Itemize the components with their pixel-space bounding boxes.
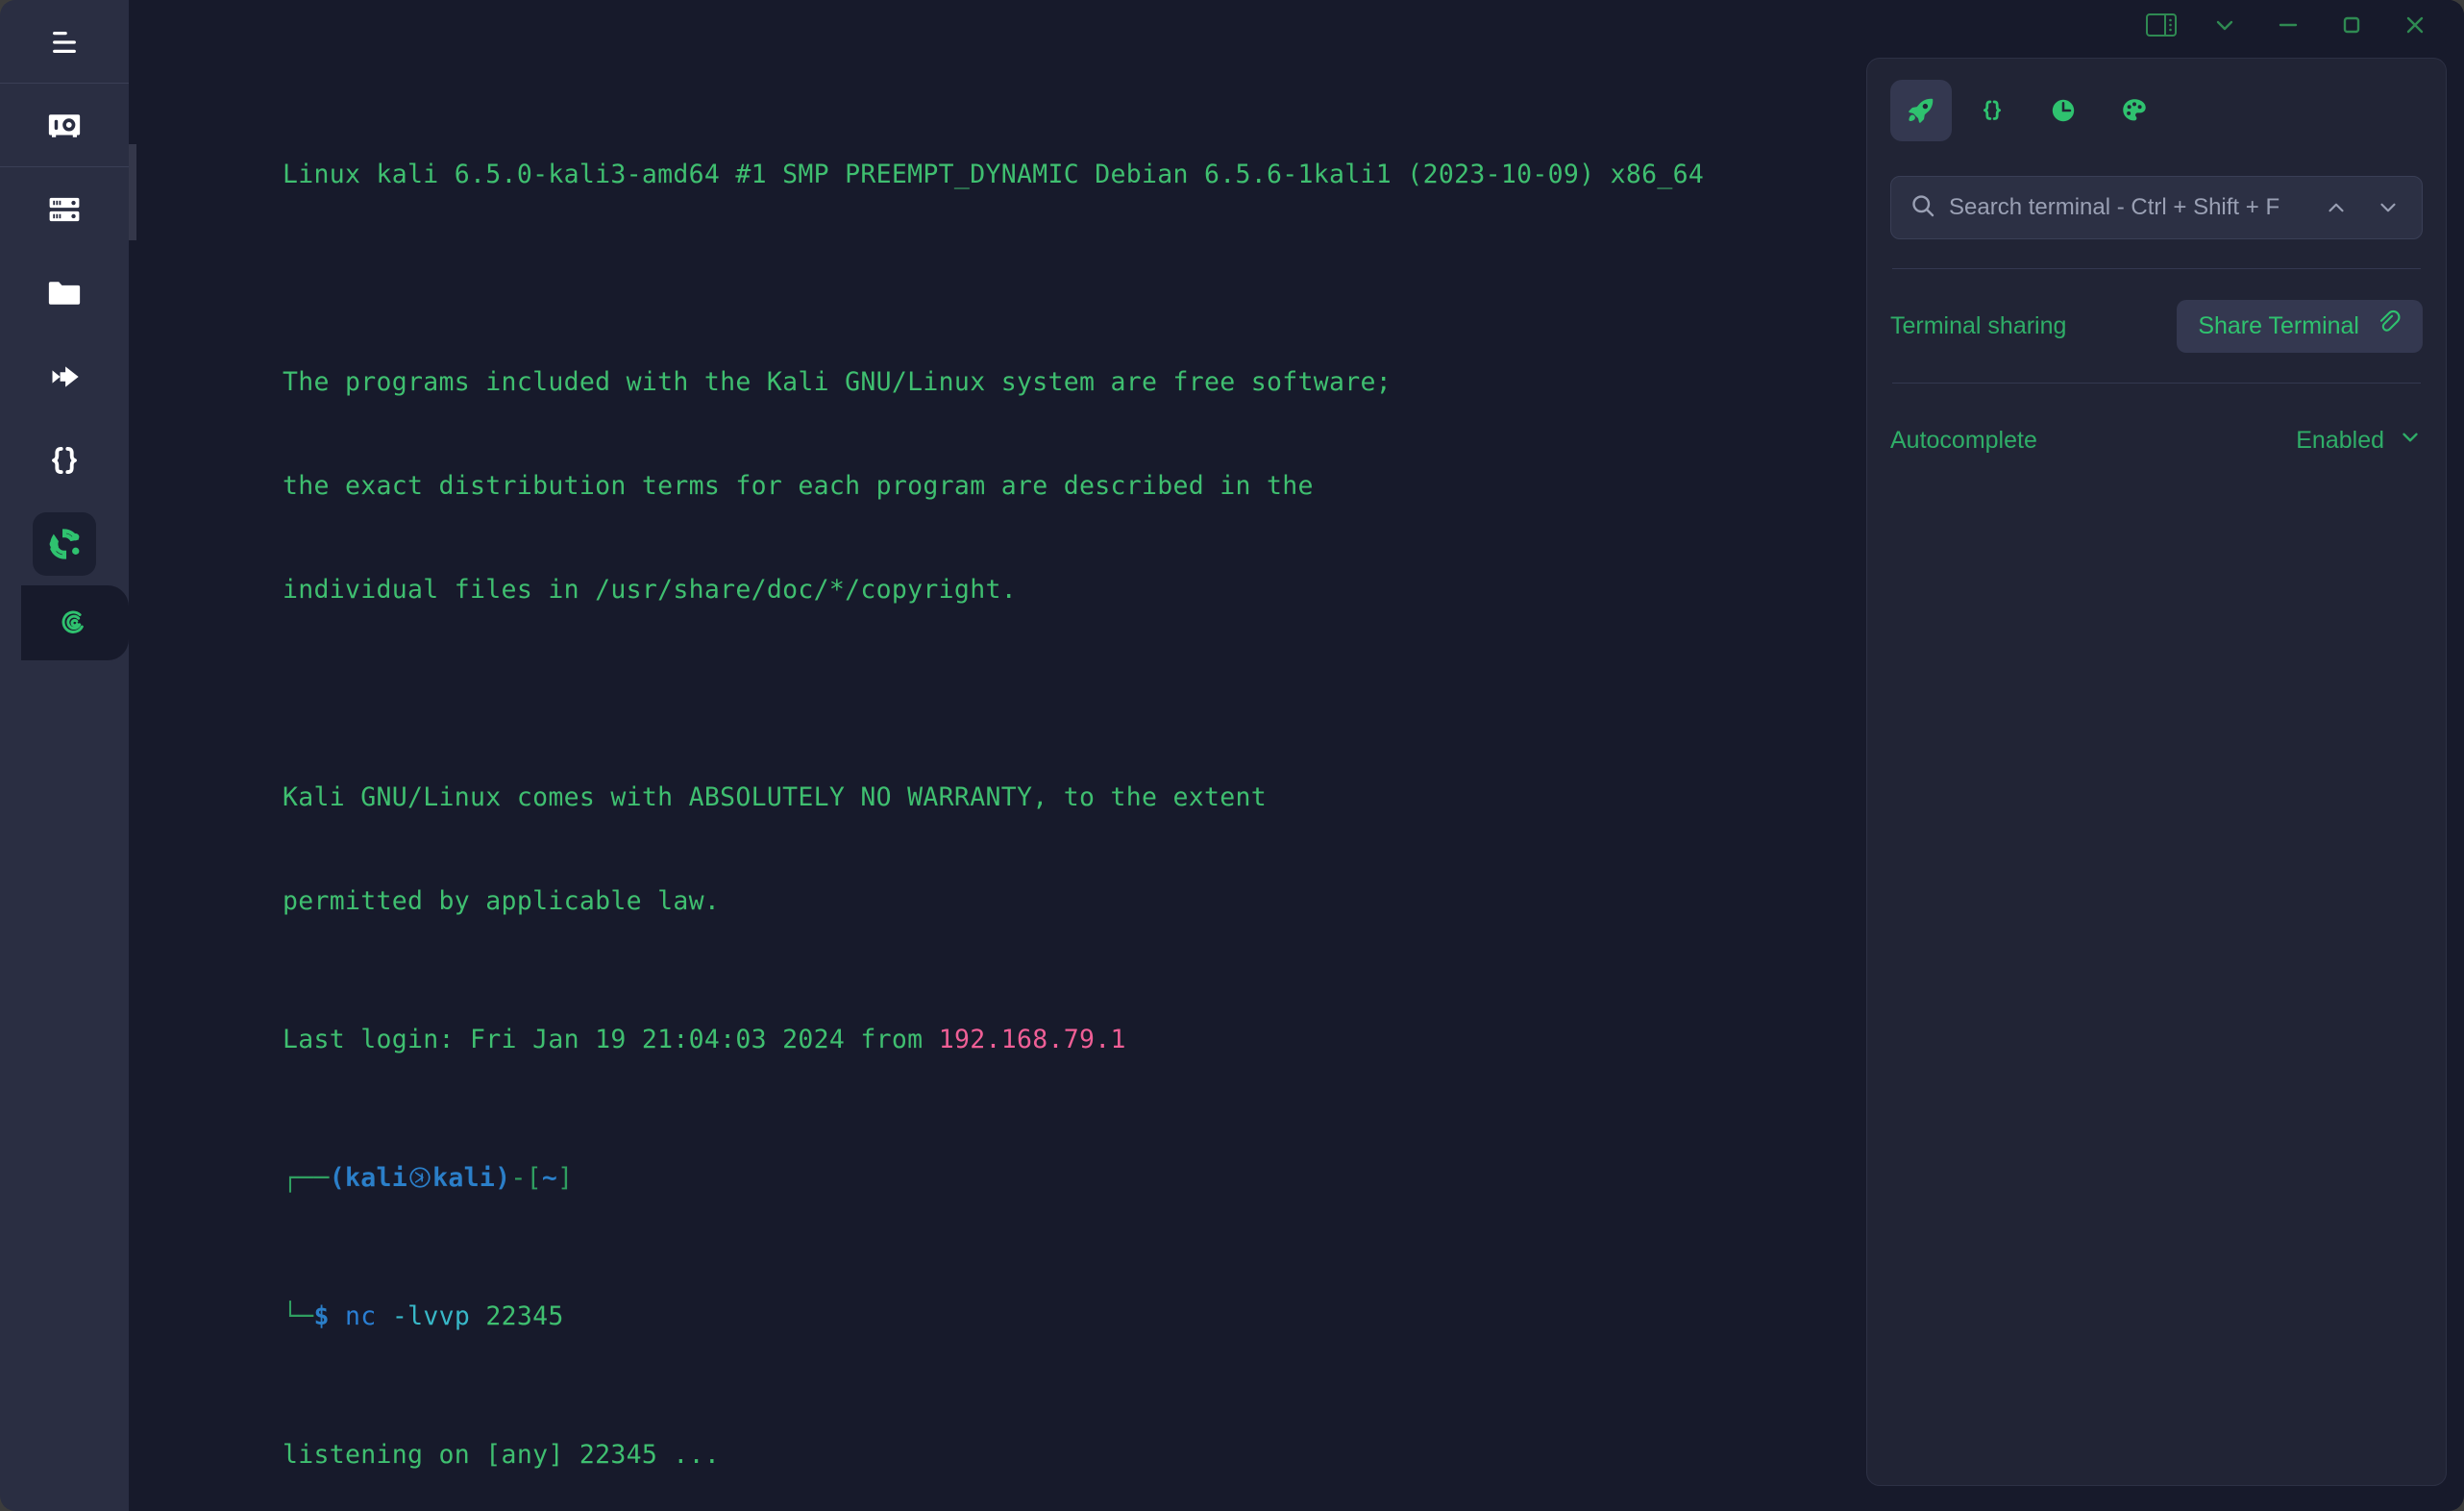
terminal-output-area[interactable]: Linux kali 6.5.0-kali3-amd64 #1 SMP PREE… <box>129 0 1849 1511</box>
share-terminal-button[interactable]: Share Terminal <box>2177 299 2423 353</box>
hamburger-menu-icon <box>43 21 86 63</box>
terminal-line-law: permitted by applicable law. <box>283 886 721 916</box>
right-column: Terminal sharing Share Terminal Autocomp… <box>1849 0 2464 1511</box>
terminal-line-uname: Linux kali 6.5.0-kali3-amd64 #1 SMP PREE… <box>283 160 1705 189</box>
autocomplete-select[interactable]: Enabled <box>2296 425 2423 457</box>
terminal-line-listening: listening on [any] 22345 ... <box>283 1440 721 1470</box>
maximize-button[interactable] <box>2320 0 2383 50</box>
terminal-line-warranty: Kali GNU/Linux comes with ABSOLUTELY NO … <box>283 782 1268 812</box>
panel-tab-appearance[interactable] <box>2104 80 2165 141</box>
command-arg: 22345 <box>485 1301 564 1331</box>
terminal-app-window: Linux kali 6.5.0-kali3-amd64 #1 SMP PREE… <box>0 0 2464 1511</box>
window-titlebar <box>1849 0 2464 50</box>
panel-tab-history[interactable] <box>2033 80 2094 141</box>
palette-icon <box>2119 95 2150 126</box>
curly-braces-icon <box>43 439 86 482</box>
sidebar-item-menu[interactable] <box>0 0 129 84</box>
curly-braces-icon <box>1977 95 2008 126</box>
autocomplete-row: Autocomplete Enabled <box>1890 412 2423 468</box>
prompt-host: kali <box>432 1163 496 1193</box>
panel-tab-quick-actions[interactable] <box>1890 80 1952 141</box>
chevron-down-icon <box>2398 425 2423 457</box>
prompt-open-paren: ( <box>329 1163 346 1193</box>
terminal-kali-prompt-line1: ┌──(kali kali)-[~] <box>283 1161 1849 1196</box>
folder-icon <box>43 272 86 314</box>
sidebar-item-vault[interactable] <box>0 84 129 167</box>
autocomplete-label: Autocomplete <box>1890 426 2037 454</box>
prompt-tree-top: ┌── <box>283 1163 330 1193</box>
terminal-scrollbar[interactable] <box>129 144 136 240</box>
search-icon <box>1909 191 1937 225</box>
prompt-path-close: ] <box>557 1163 574 1193</box>
sidebar-item-ubuntu-session[interactable] <box>0 502 129 585</box>
terminal-line-copyright: individual files in /usr/share/doc/*/cop… <box>283 575 1017 605</box>
panel-tab-snippets[interactable] <box>1961 80 2023 141</box>
transfer-arrow-icon <box>43 356 86 398</box>
panel-tab-strip <box>1890 80 2423 141</box>
side-panel: Terminal sharing Share Terminal Autocomp… <box>1866 58 2447 1486</box>
lastlogin-host: 192.168.79.1 <box>938 1025 1126 1054</box>
ubuntu-logo-icon <box>43 523 86 565</box>
left-sidebar <box>0 0 129 1511</box>
panel-divider-2 <box>1892 383 2421 384</box>
prompt-tree-bottom: └─ <box>283 1301 314 1331</box>
chevron-down-button[interactable] <box>2193 0 2256 50</box>
server-rack-icon <box>43 188 86 231</box>
prompt-close-paren: ) <box>495 1163 511 1193</box>
link-icon <box>2375 310 2402 343</box>
vault-icon <box>43 105 86 147</box>
terminal-kali-prompt-line2: └─$ nc -lvvp 22345 <box>283 1300 1849 1334</box>
prompt-user: kali <box>345 1163 408 1193</box>
search-input[interactable] <box>1949 194 2304 221</box>
kali-dragon-icon <box>407 1165 432 1190</box>
command-flag: -lvvp <box>391 1301 471 1331</box>
prompt-path-open: [ <box>526 1163 542 1193</box>
sidebar-item-files[interactable] <box>0 251 129 334</box>
terminal-sharing-label: Terminal sharing <box>1890 311 2067 339</box>
autocomplete-value: Enabled <box>2296 426 2384 454</box>
clock-icon <box>2048 95 2079 126</box>
search-terminal-box[interactable] <box>1890 176 2423 239</box>
debian-logo-icon <box>54 602 96 644</box>
search-next-button[interactable] <box>2368 187 2408 228</box>
lastlogin-prefix: Last login: Fri Jan 19 21:04:03 2024 fro… <box>283 1025 939 1054</box>
panel-divider-1 <box>1892 268 2421 269</box>
search-prev-button[interactable] <box>2316 187 2356 228</box>
sidebar-item-snippets[interactable] <box>0 418 129 502</box>
minimize-button[interactable] <box>2256 0 2320 50</box>
command-name: nc <box>345 1301 377 1331</box>
toggle-panel-button[interactable] <box>2130 0 2193 50</box>
terminal-line-terms: the exact distribution terms for each pr… <box>283 471 1314 501</box>
prompt-path: ~ <box>541 1163 558 1193</box>
terminal-text: Linux kali 6.5.0-kali3-amd64 #1 SMP PREE… <box>129 0 1849 1511</box>
terminal-line-programs: The programs included with the Kali GNU/… <box>283 367 1392 397</box>
prompt-dollar: $ <box>313 1301 330 1331</box>
prompt-dash: - <box>510 1163 527 1193</box>
share-terminal-label: Share Terminal <box>2198 311 2359 339</box>
sidebar-item-debian-session[interactable] <box>21 585 129 660</box>
rocket-icon <box>1905 94 1937 127</box>
sidebar-item-transfer[interactable] <box>0 334 129 418</box>
close-button[interactable] <box>2383 0 2447 50</box>
terminal-sharing-row: Terminal sharing Share Terminal <box>1890 298 2423 354</box>
sidebar-item-servers[interactable] <box>0 167 129 251</box>
terminal-line-lastlogin: Last login: Fri Jan 19 21:04:03 2024 fro… <box>283 1023 1849 1057</box>
